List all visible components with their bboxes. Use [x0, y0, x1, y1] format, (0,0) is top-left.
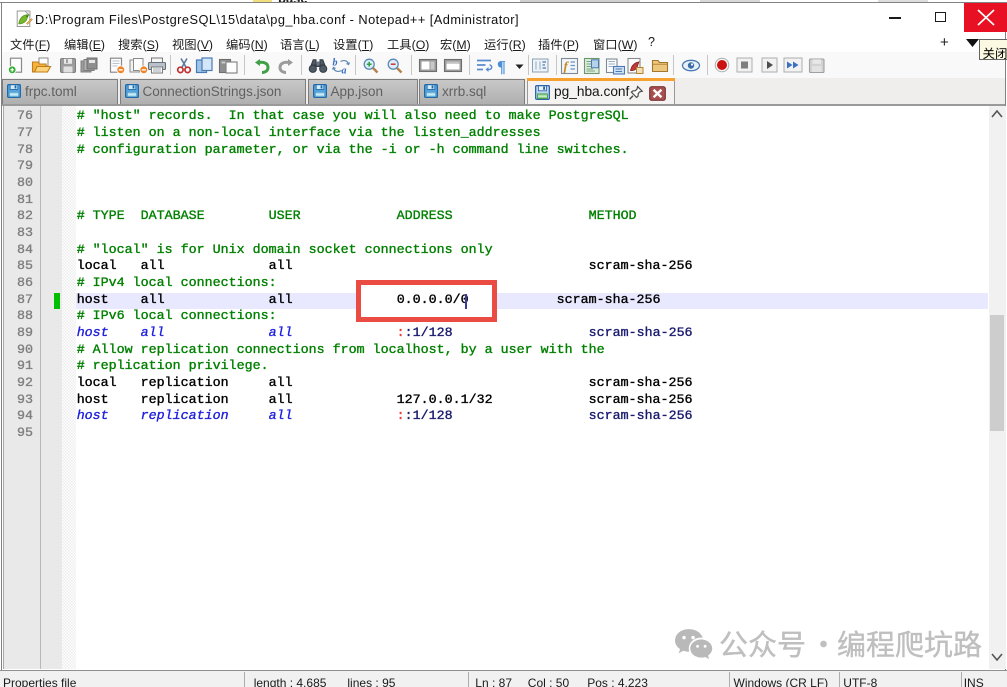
svg-text:a: a: [341, 65, 346, 75]
svg-text:¶: ¶: [497, 57, 506, 75]
